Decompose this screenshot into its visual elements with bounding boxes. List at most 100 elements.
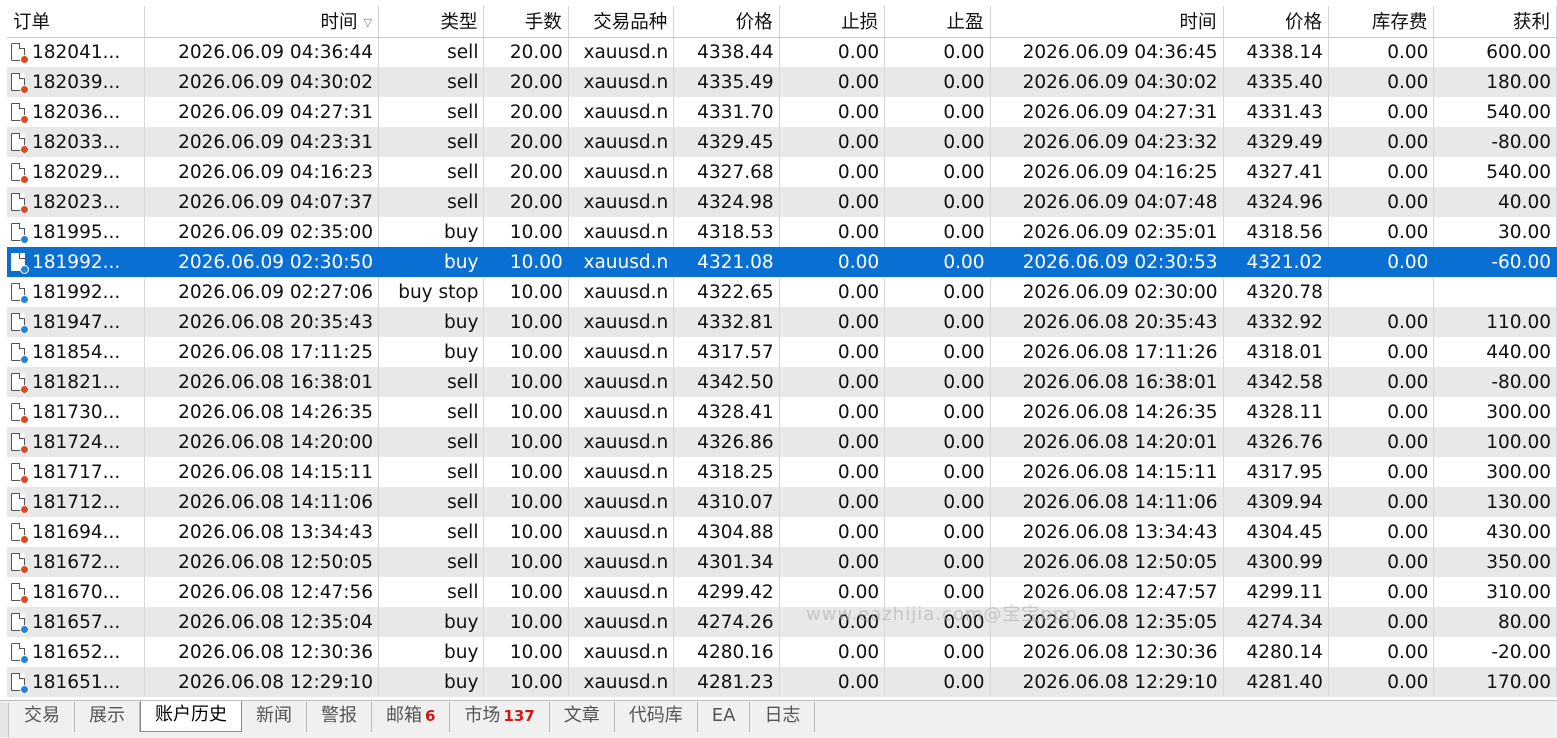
open-price-cell: 4317.57 <box>673 337 780 367</box>
open-time-cell: 2026.06.09 04:30:02 <box>144 67 380 97</box>
table-row[interactable]: 181821... 2026.06.08 16:38:01 sell 10.00 xau… <box>7 367 1557 397</box>
tp-cell: 0.00 <box>884 187 991 217</box>
table-row[interactable]: 181652... 2026.06.08 12:30:36 buy 10.00 xauu… <box>7 637 1557 667</box>
table-row[interactable]: 181724... 2026.06.08 14:20:00 sell 10.00 xau… <box>7 427 1557 457</box>
tab-3[interactable]: 新闻 <box>242 702 307 732</box>
table-row[interactable]: 181730... 2026.06.08 14:26:35 sell 10.00 xau… <box>7 397 1557 427</box>
volume-cell: 10.00 <box>483 247 569 277</box>
tab-10[interactable]: 日志 <box>750 702 816 732</box>
volume-cell: 20.00 <box>483 157 569 187</box>
column-header-order[interactable]: 订单 <box>7 6 146 38</box>
sell-order-icon <box>11 372 29 394</box>
swap-cell: 0.00 <box>1328 637 1435 667</box>
tp-cell: 0.00 <box>884 367 991 397</box>
table-row[interactable]: 181651... 2026.06.08 12:29:10 buy 10.00 xauu… <box>7 667 1557 697</box>
volume-cell: 10.00 <box>483 607 569 637</box>
toolbox-side-handle[interactable] <box>0 703 9 737</box>
table-row[interactable]: 181947... 2026.06.08 20:35:43 buy 10.00 xauu… <box>7 307 1557 337</box>
order-cell: 181730... <box>7 397 146 427</box>
column-header-open-time[interactable]: 时间 ▽ <box>144 6 380 38</box>
column-header-close-price[interactable]: 价格 <box>1223 6 1329 38</box>
tab-0[interactable]: 交易 <box>10 702 75 732</box>
order-direction-dot-icon <box>20 504 29 514</box>
symbol-cell: xauusd.n <box>568 307 675 337</box>
sl-cell: 0.00 <box>779 517 886 547</box>
close-time-cell: 2026.06.08 14:20:01 <box>990 427 1224 457</box>
column-header-type[interactable]: 类型 <box>378 6 485 38</box>
column-header-open-price[interactable]: 价格 <box>673 6 780 38</box>
close-price-cell: 4300.99 <box>1223 547 1329 577</box>
symbol-cell: xauusd.n <box>568 577 675 607</box>
swap-cell: 0.00 <box>1328 607 1435 637</box>
profit-cell: -80.00 <box>1433 367 1557 397</box>
buy-order-icon <box>11 672 29 694</box>
open-price-cell: 4322.65 <box>673 277 780 307</box>
order-direction-dot-icon <box>20 354 29 364</box>
symbol-cell: xauusd.n <box>568 637 675 667</box>
table-row[interactable]: 182039... 2026.06.09 04:30:02 sell 20.00 xau… <box>7 67 1557 97</box>
column-header-swap[interactable]: 库存费 <box>1328 6 1435 38</box>
tab-4[interactable]: 警报 <box>307 702 372 732</box>
tab-6[interactable]: 市场 137 <box>450 702 550 732</box>
tab-8[interactable]: 代码库 <box>615 702 698 732</box>
column-header-take-profit[interactable]: 止盈 <box>884 6 991 38</box>
table-row[interactable]: 181992... 2026.06.09 02:30:50 buy 10.00 xauu… <box>7 247 1557 277</box>
close-time-cell: 2026.06.08 12:35:05 <box>990 607 1224 637</box>
column-header-volume[interactable]: 手数 <box>483 6 569 38</box>
table-row[interactable]: 182029... 2026.06.09 04:16:23 sell 20.00 xau… <box>7 157 1557 187</box>
table-row[interactable]: 182036... 2026.06.09 04:27:31 sell 20.00 xau… <box>7 97 1557 127</box>
sl-cell: 0.00 <box>779 667 886 697</box>
tab-5[interactable]: 邮箱 6 <box>372 702 451 732</box>
type-cell: buy <box>378 217 485 247</box>
buy-order-icon <box>11 222 29 244</box>
open-price-cell: 4332.81 <box>673 307 780 337</box>
table-row[interactable]: 181672... 2026.06.08 12:50:05 sell 10.00 xau… <box>7 547 1557 577</box>
order-direction-dot-icon <box>20 204 29 214</box>
open-price-cell: 4318.25 <box>673 457 780 487</box>
profit-cell: 430.00 <box>1433 517 1557 547</box>
table-row[interactable]: 181712... 2026.06.08 14:11:06 sell 10.00 xau… <box>7 487 1557 517</box>
column-header-open-time-label: 时间 <box>320 12 358 34</box>
order-cell: 181712... <box>7 487 146 517</box>
table-row[interactable]: 181657... 2026.06.08 12:35:04 buy 10.00 xauu… <box>7 607 1557 637</box>
table-row[interactable]: 181854... 2026.06.08 17:11:25 buy 10.00 xauu… <box>7 337 1557 367</box>
table-row[interactable]: 181995... 2026.06.09 02:35:00 buy 10.00 xauu… <box>7 217 1557 247</box>
swap-cell: 0.00 <box>1328 37 1435 67</box>
profit-cell: 310.00 <box>1433 577 1557 607</box>
table-row[interactable]: 182023... 2026.06.09 04:07:37 sell 20.00 xau… <box>7 187 1557 217</box>
volume-cell: 10.00 <box>483 427 569 457</box>
table-row[interactable]: 181717... 2026.06.08 14:15:11 sell 10.00 xau… <box>7 457 1557 487</box>
table-row[interactable]: 181992... 2026.06.09 02:27:06 buy stop 10.0… <box>7 277 1557 307</box>
buy-order-icon <box>11 282 29 304</box>
table-row[interactable]: 181694... 2026.06.08 13:34:43 sell 10.00 xau… <box>7 517 1557 547</box>
tab-7[interactable]: 文章 <box>550 702 615 732</box>
tab-2[interactable]: 账户历史 <box>140 701 242 732</box>
type-cell: sell <box>378 37 485 67</box>
volume-cell: 10.00 <box>483 397 569 427</box>
open-price-cell: 4342.50 <box>673 367 780 397</box>
volume-cell: 10.00 <box>483 217 569 247</box>
table-row[interactable]: 181670... 2026.06.08 12:47:56 sell 10.00 xau… <box>7 577 1557 607</box>
order-direction-dot-icon <box>20 384 29 394</box>
profit-cell: 350.00 <box>1433 547 1557 577</box>
open-time-cell: 2026.06.09 02:27:06 <box>144 277 380 307</box>
column-header-stop-loss[interactable]: 止损 <box>779 6 886 38</box>
column-header-profit[interactable]: 获利 <box>1433 6 1557 38</box>
tab-1[interactable]: 展示 <box>75 702 140 732</box>
type-cell: sell <box>378 577 485 607</box>
close-time-cell: 2026.06.09 02:35:01 <box>990 217 1224 247</box>
symbol-cell: xauusd.n <box>568 367 675 397</box>
column-header-close-time[interactable]: 时间 <box>990 6 1224 38</box>
type-cell: sell <box>378 127 485 157</box>
table-row[interactable]: 182033... 2026.06.09 04:23:31 sell 20.00 xau… <box>7 127 1557 157</box>
tab-9[interactable]: EA <box>698 702 751 732</box>
close-time-cell: 2026.06.09 04:07:48 <box>990 187 1224 217</box>
column-header-symbol[interactable]: 交易品种 <box>568 6 675 38</box>
order-cell: 182029... <box>7 157 146 187</box>
open-time-cell: 2026.06.08 14:26:35 <box>144 397 380 427</box>
order-direction-dot-icon <box>20 474 29 484</box>
tp-cell: 0.00 <box>884 517 991 547</box>
order-direction-dot-icon <box>20 624 29 634</box>
table-row[interactable]: 182041... 2026.06.09 04:36:44 sell 20.00 xau… <box>7 37 1557 67</box>
close-price-cell: 4317.95 <box>1223 457 1329 487</box>
